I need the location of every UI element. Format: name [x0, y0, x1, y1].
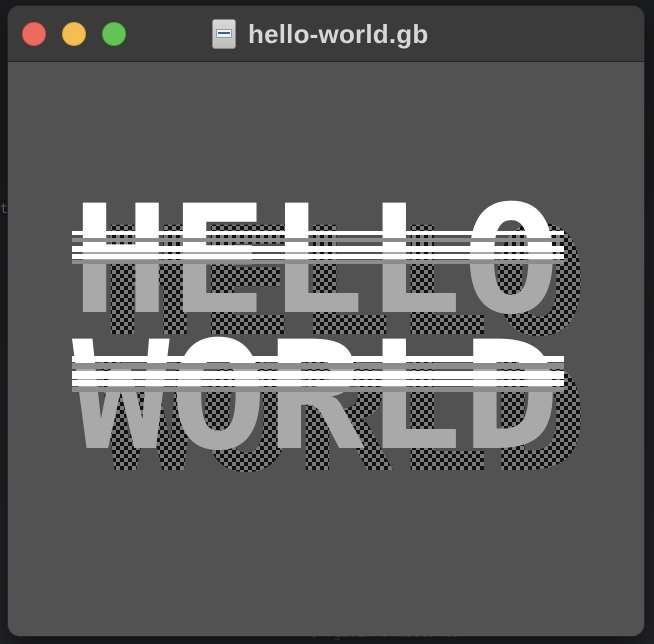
window-title: hello-world.gb	[248, 19, 429, 49]
title-bar[interactable]: hello-world.gb	[8, 6, 644, 62]
hello-world-screen[interactable]: HELLO WORLD HELLO WORLD	[8, 62, 644, 636]
gameboy-cartridge-icon	[212, 19, 236, 49]
emulator-window: hello-world.gb HELLO WORLD WORLD	[8, 6, 644, 636]
window-title-group: hello-world.gb	[212, 18, 428, 50]
desktop-text-left: t	[0, 202, 8, 217]
minimize-button[interactable]	[62, 22, 86, 46]
main-title-text: HELLO WORLD	[72, 174, 560, 484]
close-button[interactable]	[22, 22, 46, 46]
cartridge-label-icon-detail	[216, 29, 232, 38]
world-text: WORLD	[72, 310, 560, 484]
zoom-button[interactable]	[102, 22, 126, 46]
game-display[interactable]: HELLO WORLD HELLO WORLD	[8, 62, 644, 636]
